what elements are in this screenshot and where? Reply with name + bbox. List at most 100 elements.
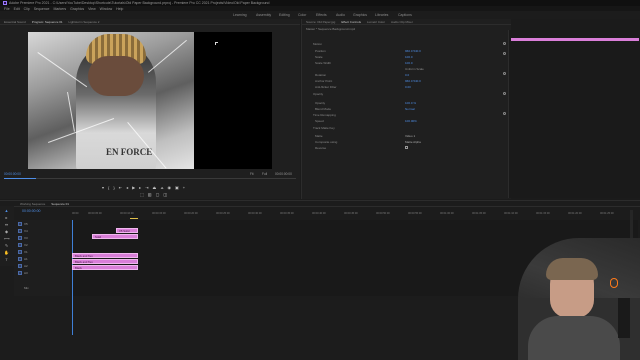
tab-sequence-01[interactable]: Sequence 01 xyxy=(51,202,69,206)
track-a2[interactable]: A2 xyxy=(24,264,28,268)
track-target-toggle[interactable] xyxy=(18,257,22,261)
tab-lightstorm[interactable]: Lightstorm Sequence 2 xyxy=(69,20,100,24)
mark-out-icon[interactable]: } xyxy=(113,185,114,190)
reset-icon[interactable] xyxy=(503,92,506,95)
workspace-editing[interactable]: Editing xyxy=(279,13,290,17)
workspace-color[interactable]: Color xyxy=(298,13,306,17)
workspace-assembly[interactable]: Assembly xyxy=(256,13,271,17)
prop-rotation-value[interactable]: 0.0 xyxy=(405,73,409,77)
comparison-view-icon[interactable]: ▣ xyxy=(175,185,179,190)
pen-tool-icon[interactable]: ✎ xyxy=(4,243,9,248)
menu-window[interactable]: Window xyxy=(100,7,112,11)
lift-icon[interactable]: ⏏ xyxy=(153,185,157,190)
mark-in-icon[interactable]: { xyxy=(108,185,109,190)
step-back-icon[interactable]: ◂ xyxy=(126,185,128,190)
go-to-out-icon[interactable]: ⇥ xyxy=(145,185,148,190)
track-select-icon[interactable]: ▸ xyxy=(4,215,9,220)
prop-opacity-value[interactable]: 100.0 % xyxy=(405,101,416,105)
prop-anti-flicker-value[interactable]: 0.00 xyxy=(405,85,411,89)
work-area-bar[interactable] xyxy=(130,218,138,219)
playhead[interactable] xyxy=(72,220,73,335)
prop-composite-value[interactable]: Matte Alpha xyxy=(405,140,421,144)
uniform-scale-checkbox[interactable]: Uniform Scale xyxy=(405,67,424,71)
track-target-toggle[interactable] xyxy=(18,222,22,226)
tab-program[interactable]: Program: Sequence 01 xyxy=(32,20,63,24)
timeline-clip[interactable]: Black and Tag xyxy=(72,259,138,264)
toggle-proxies-icon[interactable]: ◫ xyxy=(163,192,167,197)
track-a1[interactable]: A1 xyxy=(24,257,28,261)
program-video-frame[interactable]: EN FORCE xyxy=(28,32,194,169)
tab-source[interactable]: Source: Old Paper.jpg xyxy=(306,20,335,24)
workspace-captions[interactable]: Captions xyxy=(398,13,412,17)
prop-scale-width-value[interactable]: 100.0 xyxy=(405,61,413,65)
reset-icon[interactable] xyxy=(503,42,506,45)
ripple-edit-icon[interactable]: ⇹ xyxy=(4,222,9,227)
reverse-checkbox[interactable] xyxy=(405,146,408,149)
timeline-timecode[interactable]: 00:00:00:00 xyxy=(22,209,41,213)
workspace-audio[interactable]: Audio xyxy=(336,13,345,17)
track-target-toggle[interactable] xyxy=(18,250,22,254)
timeline-clip[interactable]: V5 Solid xyxy=(116,228,138,233)
reset-icon[interactable] xyxy=(503,52,506,55)
go-to-in-icon[interactable]: ⇤ xyxy=(119,185,122,190)
program-quality-select[interactable]: Full xyxy=(262,172,267,176)
effect-clip-bar[interactable] xyxy=(511,38,639,41)
timeline-ruler[interactable]: 00:00 00:00:05:00 00:00:10:00 00:00:15:0… xyxy=(72,210,638,218)
track-target-toggle[interactable] xyxy=(18,229,22,233)
tab-essential-sound[interactable]: Essential Sound xyxy=(4,20,26,24)
prop-matte-value[interactable]: Video 1 xyxy=(405,134,415,138)
workspace-learning[interactable]: Learning xyxy=(233,13,247,17)
workspace-effects[interactable]: Effects xyxy=(316,13,327,17)
track-v4[interactable]: V4 xyxy=(24,229,28,233)
track-a3[interactable]: A3 xyxy=(24,271,28,275)
prop-position-value[interactable]: 960.0 540.0 xyxy=(405,49,421,53)
reset-icon[interactable] xyxy=(503,112,506,115)
workspace-libraries[interactable]: Libraries xyxy=(375,13,388,17)
menu-clip[interactable]: Clip xyxy=(24,7,30,11)
menu-sequence[interactable]: Sequence xyxy=(34,7,50,11)
program-fit-select[interactable]: Fit xyxy=(250,172,254,176)
track-v1[interactable]: V1 xyxy=(24,250,28,254)
menu-view[interactable]: View xyxy=(88,7,96,11)
button-editor-icon[interactable]: + xyxy=(183,185,185,190)
hand-tool-icon[interactable]: ✋ xyxy=(4,250,9,255)
timeline-clip[interactable]: Black xyxy=(72,265,138,270)
prop-speed-value[interactable]: 100.00% xyxy=(405,119,417,123)
razor-tool-icon[interactable]: ◆ xyxy=(4,229,9,234)
tab-audio-clip-mixer[interactable]: Audio Clip Mixer xyxy=(391,20,413,24)
play-icon[interactable]: ▶ xyxy=(132,185,135,190)
menu-file[interactable]: File xyxy=(4,7,10,11)
track-v5[interactable]: V5 xyxy=(24,222,28,226)
add-marker-icon[interactable]: ▾ xyxy=(102,185,104,190)
track-v2[interactable]: V2 xyxy=(24,243,28,247)
track-target-toggle[interactable] xyxy=(18,236,22,240)
workspace-graphics[interactable]: Graphics xyxy=(353,13,367,17)
track-target-toggle[interactable] xyxy=(18,243,22,247)
safe-margins-icon[interactable]: ▢ xyxy=(156,192,160,197)
prop-track-matte-key[interactable]: Track Matte Key xyxy=(313,126,335,130)
prop-blend-mode-value[interactable]: Normal xyxy=(405,107,415,111)
tab-effect-controls[interactable]: Effect Controls xyxy=(341,20,361,24)
prop-opacity-group[interactable]: Opacity xyxy=(313,92,323,96)
slip-tool-icon[interactable]: ⟷ xyxy=(4,236,10,241)
step-forward-icon[interactable]: ▸ xyxy=(139,185,141,190)
track-mix[interactable]: Mix xyxy=(24,286,29,290)
track-target-toggle[interactable] xyxy=(18,264,22,268)
prop-scale-value[interactable]: 100.0 xyxy=(405,55,413,59)
selection-tool-icon[interactable]: ▲ xyxy=(4,208,9,213)
prop-time-remapping[interactable]: Time Remapping xyxy=(313,113,336,117)
menu-edit[interactable]: Edit xyxy=(14,7,20,11)
insert-icon[interactable]: ⬚ xyxy=(140,192,144,197)
extract-icon[interactable]: ⏶ xyxy=(160,185,163,190)
export-frame-icon[interactable]: ◉ xyxy=(168,185,172,190)
tab-lumetri-color[interactable]: Lumetri Color xyxy=(367,20,385,24)
track-target-toggle[interactable] xyxy=(18,271,22,275)
menu-markers[interactable]: Markers xyxy=(53,7,66,11)
timeline-clip[interactable]: Black and Tag xyxy=(72,253,138,258)
menu-help[interactable]: Help xyxy=(116,7,123,11)
type-tool-icon[interactable]: T xyxy=(4,257,9,262)
prop-motion[interactable]: Motion xyxy=(313,42,322,46)
overwrite-icon[interactable]: ▥ xyxy=(148,192,152,197)
prop-anchor-point-value[interactable]: 960.0 540.0 xyxy=(405,79,421,83)
tab-working-sequence[interactable]: Working Sequence xyxy=(20,202,45,206)
